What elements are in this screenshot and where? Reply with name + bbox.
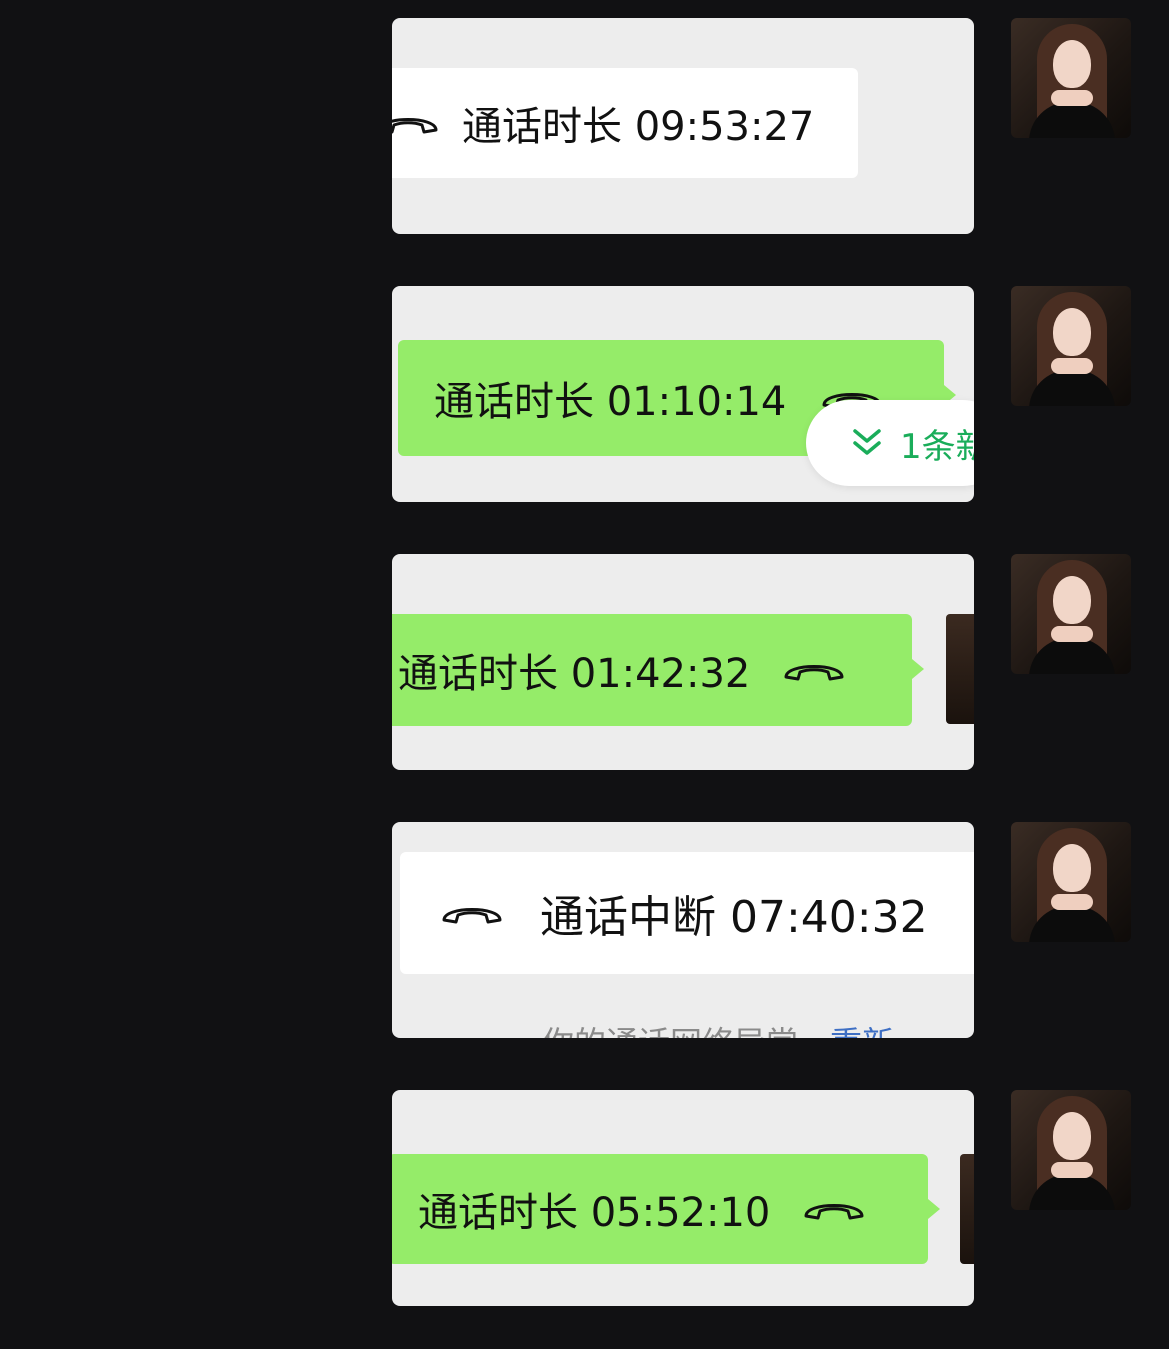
avatar[interactable]	[1011, 554, 1131, 674]
avatar[interactable]	[946, 614, 974, 724]
call-duration-label: 通话时长 09:53:27	[462, 104, 815, 150]
phone-hangup-icon	[802, 1196, 866, 1222]
phone-hangup-icon	[392, 110, 440, 136]
screenshot-card-5: 通话时长 05:52:10	[392, 1090, 974, 1306]
call-duration-label: 通话时长 01:42:32	[398, 651, 751, 697]
new-messages-button[interactable]: 1条新	[806, 400, 974, 486]
phone-hangup-icon	[436, 900, 508, 926]
call-duration-label: 通话时长 05:52:10	[418, 1190, 771, 1236]
screenshot-card-2: 通话时长 01:10:14 1条新	[392, 286, 974, 502]
call-bubble[interactable]: 通话时长 01:42:32	[392, 614, 924, 726]
network-error-tip: 你的通话网络异常，重新	[542, 1018, 894, 1038]
call-bubble[interactable]: 通话时长 05:52:10	[392, 1154, 940, 1264]
avatar[interactable]	[1011, 822, 1131, 942]
screenshot-card-3: 通话时长 01:42:32	[392, 554, 974, 770]
network-error-text: 你的通话网络异常，	[542, 1024, 830, 1038]
avatar[interactable]	[960, 1154, 974, 1264]
double-chevron-down-icon	[853, 429, 881, 455]
call-interrupted-label: 通话中断 07:40:32	[540, 892, 928, 943]
retry-link[interactable]: 重新	[830, 1024, 894, 1038]
screenshot-card-1: 通话时长 09:53:27	[392, 18, 974, 234]
new-messages-label: 1条新	[900, 426, 974, 467]
avatar[interactable]	[1011, 1090, 1131, 1210]
avatar[interactable]	[1011, 18, 1131, 138]
call-duration-label: 通话时长 01:10:14	[434, 379, 787, 425]
call-bubble[interactable]: 通话时长 09:53:27	[392, 68, 858, 178]
phone-hangup-icon	[782, 657, 846, 683]
screenshot-card-4: 通话中断 07:40:32 你的通话网络异常，重新	[392, 822, 974, 1038]
call-bubble[interactable]: 通话中断 07:40:32	[400, 852, 974, 974]
avatar[interactable]	[1011, 286, 1131, 406]
